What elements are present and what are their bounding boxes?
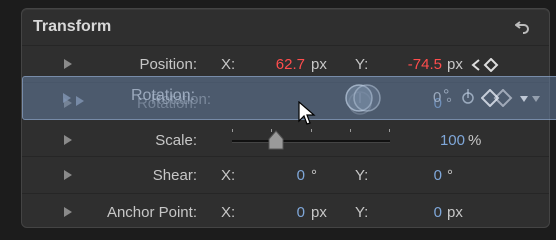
slider-tick bbox=[389, 129, 390, 132]
ghost-rotation-label-offset: Rotation: bbox=[151, 91, 212, 108]
position-y-value[interactable]: -74.5 bbox=[382, 56, 442, 73]
disclosure-triangle-icon bbox=[76, 96, 84, 106]
chevron-down-icon bbox=[520, 96, 540, 102]
mouse-cursor-icon bbox=[298, 101, 316, 125]
position-label: Position: bbox=[139, 56, 197, 73]
ghost-rotation-dial-icon bbox=[345, 84, 381, 112]
disclosure-triangle-icon[interactable] bbox=[64, 59, 72, 69]
position-x-axis: X: bbox=[221, 56, 236, 73]
scale-value[interactable]: 100 bbox=[405, 132, 465, 149]
anchor-y-axis: Y: bbox=[355, 204, 369, 221]
disclosure-triangle-icon[interactable] bbox=[64, 170, 72, 180]
ghost-rotation-value: 0 bbox=[433, 89, 442, 106]
dragged-rotation-row[interactable]: Rotation: Rotation: 0 ° bbox=[22, 76, 556, 120]
position-y-axis: Y: bbox=[355, 56, 369, 73]
scale-slider-track[interactable] bbox=[232, 140, 390, 143]
keyframe-nav-icon[interactable] bbox=[471, 58, 501, 72]
slider-tick bbox=[350, 129, 351, 132]
scale-row: Scale: 100 % bbox=[22, 122, 549, 158]
shear-row: Shear: X: 0 ° Y: 0 ° bbox=[22, 157, 549, 193]
anchor-x-unit: px bbox=[311, 204, 327, 221]
shear-x-axis: X: bbox=[221, 167, 236, 184]
scale-unit: % bbox=[468, 132, 482, 149]
shear-y-unit: ° bbox=[447, 167, 453, 184]
shear-y-value[interactable]: 0 bbox=[382, 167, 442, 184]
keyframe-diamond-icon bbox=[481, 89, 513, 107]
undo-arrow-icon[interactable] bbox=[515, 19, 531, 35]
ghost-rotation-dial-icon bbox=[462, 89, 474, 104]
anchor-y-unit: px bbox=[447, 204, 463, 221]
slider-tick bbox=[311, 129, 312, 132]
anchor-point-row: Anchor Point: X: 0 px Y: 0 px bbox=[22, 194, 549, 230]
scale-slider-knob[interactable] bbox=[266, 130, 286, 152]
anchor-y-value[interactable]: 0 bbox=[382, 204, 442, 221]
anchor-point-label: Anchor Point: bbox=[106, 204, 197, 221]
disclosure-triangle-icon bbox=[63, 93, 71, 103]
shear-x-value[interactable]: 0 bbox=[245, 167, 305, 184]
shear-label: Shear: bbox=[152, 167, 197, 184]
ghost-rotation-unit: ° bbox=[443, 87, 450, 104]
panel-title: Transform bbox=[33, 18, 112, 35]
slider-tick bbox=[232, 129, 233, 132]
anchor-x-axis: X: bbox=[221, 204, 236, 221]
shear-x-unit: ° bbox=[311, 167, 317, 184]
position-x-value[interactable]: 62.7 bbox=[245, 56, 305, 73]
shear-y-axis: Y: bbox=[355, 167, 369, 184]
scale-label: Scale: bbox=[155, 132, 197, 149]
anchor-x-value[interactable]: 0 bbox=[245, 204, 305, 221]
position-y-unit: px bbox=[447, 56, 463, 73]
position-x-unit: px bbox=[311, 56, 327, 73]
disclosure-triangle-icon[interactable] bbox=[64, 135, 72, 145]
disclosure-triangle-icon[interactable] bbox=[64, 207, 72, 217]
